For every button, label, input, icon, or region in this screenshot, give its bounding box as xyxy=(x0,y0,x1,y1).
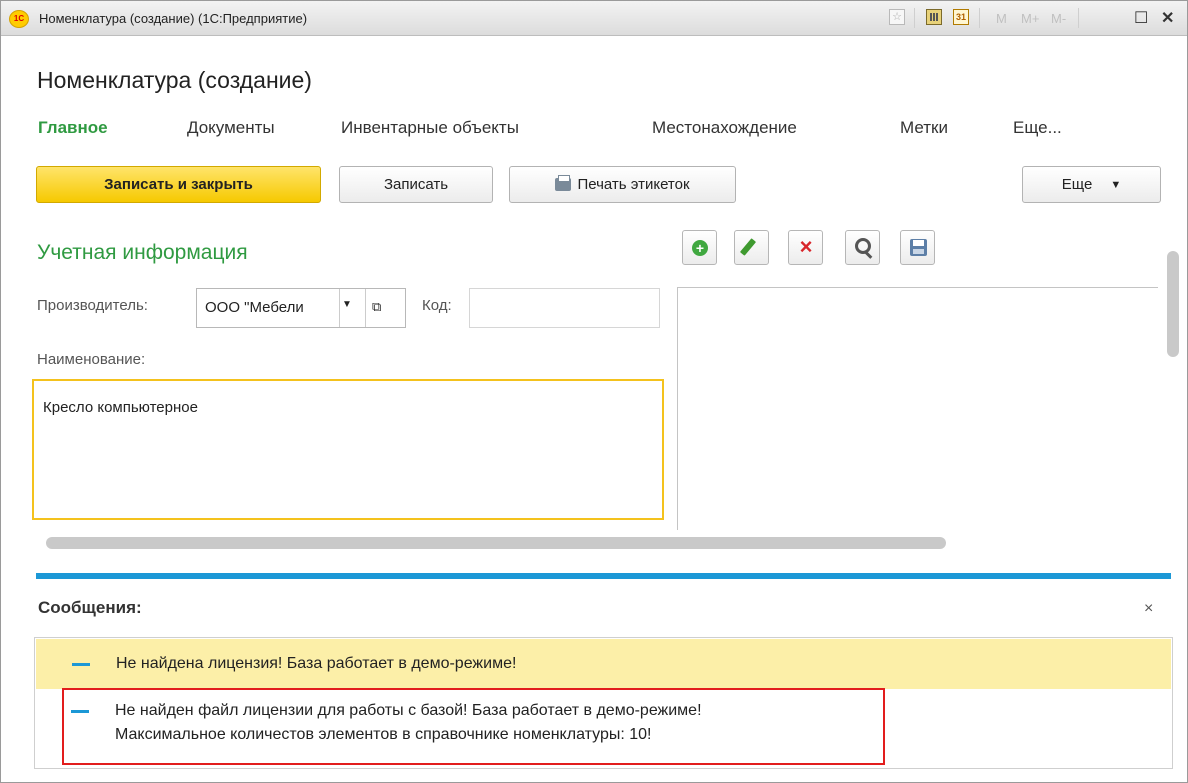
code-field[interactable] xyxy=(469,288,660,328)
manufacturer-field[interactable]: ООО "Мебели ▼ ⧉ xyxy=(196,288,406,328)
tab-more[interactable]: Еще... xyxy=(1013,118,1062,138)
tab-location[interactable]: Местонахождение xyxy=(652,118,797,138)
chevron-down-icon: ▼ xyxy=(1110,178,1122,191)
save-icon xyxy=(910,239,927,256)
manufacturer-label: Производитель: xyxy=(37,297,148,314)
memory-minus-button[interactable]: M- xyxy=(1051,11,1066,26)
close-messages-icon[interactable]: × xyxy=(1144,600,1153,618)
maximize-button[interactable]: ☐ xyxy=(1134,8,1148,28)
calendar-icon[interactable]: 31 xyxy=(953,9,969,25)
tab-documents[interactable]: Документы xyxy=(187,118,275,138)
printer-icon xyxy=(555,175,572,191)
zoom-image-button[interactable] xyxy=(845,230,880,265)
app-logo-icon[interactable]: 1C xyxy=(9,10,29,28)
save-label: Записать xyxy=(383,176,449,193)
toolbar-separator xyxy=(1078,8,1079,28)
name-value: Кресло компьютерное xyxy=(43,399,198,416)
name-textarea[interactable]: Кресло компьютерное xyxy=(32,379,664,520)
vertical-scrollbar[interactable] xyxy=(1167,251,1179,357)
highlight-annotation xyxy=(62,688,885,765)
messages-separator[interactable] xyxy=(36,573,1171,579)
tab-inventory-objects[interactable]: Инвентарные объекты xyxy=(341,118,519,138)
save-button[interactable]: Записать xyxy=(339,166,493,203)
add-image-button[interactable]: + xyxy=(682,230,717,265)
save-image-button[interactable] xyxy=(900,230,935,265)
more-actions-button[interactable]: Еще ▼ xyxy=(1022,166,1161,203)
edit-icon xyxy=(739,238,757,256)
zoom-icon xyxy=(855,238,871,254)
edit-image-button[interactable] xyxy=(734,230,769,265)
section-title: Учетная информация xyxy=(37,241,248,264)
name-label: Наименование: xyxy=(37,351,146,368)
tab-labels[interactable]: Метки xyxy=(900,118,948,138)
dash-icon xyxy=(72,663,90,666)
delete-image-button[interactable]: × xyxy=(788,230,823,265)
image-panel xyxy=(677,287,1158,530)
memory-plus-button[interactable]: M+ xyxy=(1021,11,1039,26)
title-bar: 1C Номенклатура (создание) (1С:Предприят… xyxy=(1,1,1187,36)
toolbar-separator xyxy=(914,8,915,28)
open-link-icon[interactable]: ⧉ xyxy=(372,299,381,315)
memory-m-button[interactable]: M xyxy=(996,11,1007,26)
form-title: Номенклатура (создание) xyxy=(37,67,312,93)
close-window-button[interactable]: ✕ xyxy=(1161,8,1174,28)
calculator-icon[interactable] xyxy=(926,9,942,25)
message-text: Не найдена лицензия! База работает в дем… xyxy=(116,655,517,672)
save-and-close-label: Записать и закрыть xyxy=(104,176,253,193)
save-and-close-button[interactable]: Записать и закрыть xyxy=(36,166,321,203)
tab-main[interactable]: Главное xyxy=(38,118,108,138)
more-actions-label: Еще xyxy=(1061,176,1093,193)
print-labels-label: Печать этикеток xyxy=(577,176,690,193)
window-title: Номенклатура (создание) (1С:Предприятие) xyxy=(39,11,308,26)
horizontal-scrollbar[interactable] xyxy=(46,537,946,549)
manufacturer-value: ООО "Мебели xyxy=(205,299,304,316)
add-icon: + xyxy=(692,240,708,256)
dropdown-arrow-icon[interactable]: ▼ xyxy=(342,299,352,310)
toolbar-separator xyxy=(979,8,980,28)
delete-icon: × xyxy=(799,234,813,259)
message-item[interactable]: Не найдена лицензия! База работает в дем… xyxy=(36,639,1171,689)
messages-title: Сообщения: xyxy=(38,598,142,617)
print-labels-button[interactable]: Печать этикеток xyxy=(509,166,736,203)
code-label: Код: xyxy=(422,297,452,314)
window: 1C Номенклатура (создание) (1С:Предприят… xyxy=(0,0,1188,783)
favorite-icon[interactable]: ☆ xyxy=(889,9,905,25)
